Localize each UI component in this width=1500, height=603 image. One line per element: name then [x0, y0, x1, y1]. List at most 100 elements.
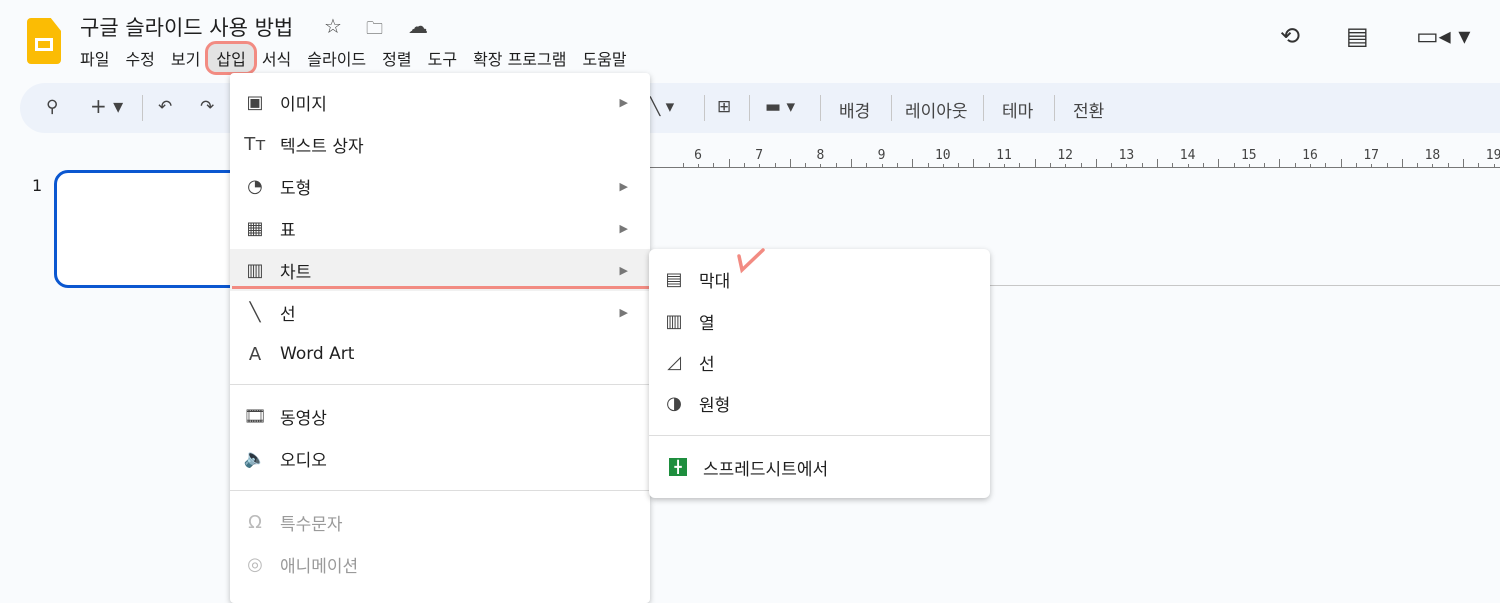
menu-item-label: 특수문자: [280, 514, 343, 535]
cloud-saved-icon[interactable]: ☁: [408, 14, 428, 38]
input-tools-icon[interactable]: ▬ ▾: [765, 97, 795, 117]
ruler-label: 16: [1302, 148, 1318, 163]
transition-button[interactable]: 전환: [1073, 97, 1104, 122]
line-icon: ╲: [249, 301, 261, 323]
slides-logo[interactable]: [27, 18, 61, 64]
history-icon[interactable]: ⟲: [1280, 22, 1300, 50]
redo-icon[interactable]: ↷: [200, 97, 214, 117]
ruler-tick: [1310, 164, 1311, 168]
ruler-tick: [682, 163, 684, 168]
undo-icon[interactable]: ↶: [158, 97, 172, 117]
insert-menu-item: ◎ 애니메이션: [230, 543, 650, 585]
ruler-tick: [1233, 163, 1235, 168]
menu-item-label: Word Art: [280, 344, 355, 364]
theme-button[interactable]: 테마: [1002, 97, 1033, 122]
menu-item-label: 표: [280, 220, 296, 241]
ruler-label: 11: [996, 148, 1012, 163]
word-art-icon: A: [248, 343, 262, 365]
ruler-tick: [1004, 164, 1005, 168]
ruler-label: 7: [755, 148, 764, 163]
move-folder-icon[interactable]: 🗀: [366, 16, 383, 45]
line-tool-icon[interactable]: ╲ ▾: [650, 97, 674, 117]
ruler-label: 13: [1118, 148, 1135, 163]
menu-bar: 파일 수정 보기 삽입 서식 슬라이드 정렬 도구 확장 프로그램 도움말: [72, 41, 635, 75]
chart-type-item[interactable]: ▥ 열: [649, 300, 990, 342]
ruler-tick: [1141, 163, 1143, 168]
ruler-tick: [1401, 159, 1403, 168]
animation-icon: ◎: [247, 553, 263, 575]
chart-type-item[interactable]: ╋ 스프레드시트에서: [649, 446, 990, 488]
insert-menu-item[interactable]: ▥ 차트 ▶: [230, 249, 650, 291]
insert-menu-item[interactable]: ▦ 표 ▶: [230, 207, 650, 249]
omega-icon: Ω: [248, 511, 262, 533]
insert-menu-item[interactable]: ╲ 선 ▶: [230, 291, 650, 333]
ruler-tick: [1034, 159, 1036, 168]
search-icon[interactable]: ⚲: [46, 97, 58, 117]
submenu-arrow-icon: ▶: [619, 221, 628, 235]
insert-menu: ▣ 이미지 ▶ Tт 텍스트 상자 ◔ 도형 ▶ ▦ 표 ▶ ▥ 차트 ▶ ╲ 선 ▶ A Word Art 🎞 동영상…: [230, 73, 650, 603]
chart-type-item[interactable]: ◿ 선: [649, 341, 990, 383]
menu-insert[interactable]: 삽입: [205, 41, 257, 75]
insert-menu-item[interactable]: ▣ 이미지 ▶: [230, 81, 650, 123]
new-slide-icon[interactable]: + ▾: [90, 94, 123, 118]
menu-item-label: 이미지: [280, 94, 327, 115]
horizontal-ruler[interactable]: 6 7 8 9 10 11 12 13 14 15 16 17 18 19: [650, 140, 1500, 170]
column-chart-icon: ▥: [665, 310, 683, 332]
ruler-tick: [1187, 164, 1189, 168]
table-icon: ▦: [246, 217, 264, 239]
ruler-tick: [805, 163, 807, 168]
ruler-tick: [973, 159, 975, 168]
pie-chart-icon: ◑: [666, 392, 682, 414]
ruler-label: 12: [1057, 148, 1074, 163]
slide-edge: [990, 285, 1500, 286]
insert-menu-item[interactable]: 🎞 동영상: [230, 395, 650, 437]
insert-menu-item[interactable]: A Word Art: [230, 333, 650, 375]
star-icon[interactable]: ☆: [324, 14, 342, 38]
ruler-tick: [1478, 163, 1480, 168]
insert-menu-item[interactable]: Tт 텍스트 상자: [230, 123, 650, 165]
ruler-tick: [1371, 164, 1373, 168]
meet-icon[interactable]: ▭◂ ▾: [1416, 22, 1470, 50]
ruler-label: 14: [1179, 148, 1196, 163]
menu-divider: [649, 435, 990, 436]
menu-slide[interactable]: 슬라이드: [299, 44, 374, 72]
menu-extensions[interactable]: 확장 프로그램: [465, 44, 574, 72]
ruler-tick: [759, 164, 761, 168]
chart-icon: ▥: [246, 259, 264, 281]
menu-item-label: 선: [280, 304, 296, 325]
layout-button[interactable]: 레이아웃: [905, 97, 968, 122]
menu-tools[interactable]: 도구: [420, 44, 465, 72]
comments-icon[interactable]: ▤: [1346, 22, 1369, 50]
shape-icon: ◔: [247, 175, 263, 197]
ruler-label: 8: [816, 148, 825, 163]
ruler-tick: [774, 163, 776, 168]
document-title[interactable]: 구글 슬라이드 사용 방법: [80, 12, 293, 42]
menu-view[interactable]: 보기: [163, 44, 208, 72]
line-chart-icon: ◿: [667, 351, 681, 373]
ruler-tick: [1432, 164, 1434, 168]
menu-item-label: 오디오: [280, 450, 327, 471]
menu-edit[interactable]: 수정: [117, 44, 162, 72]
chart-type-item[interactable]: ▤ 막대: [649, 258, 990, 300]
menu-arrange[interactable]: 정렬: [374, 44, 419, 72]
insert-menu-item[interactable]: ◔ 도형 ▶: [230, 165, 650, 207]
ruler-tick: [896, 163, 898, 168]
comment-add-icon[interactable]: ⊞: [717, 97, 731, 117]
menu-format[interactable]: 서식: [254, 44, 299, 72]
ruler-tick: [1463, 159, 1464, 168]
menu-item-label: 스프레드시트에서: [703, 459, 829, 480]
slide-thumbnail[interactable]: [54, 170, 254, 288]
menu-help[interactable]: 도움말: [574, 44, 634, 72]
ruler-label: 18: [1424, 148, 1441, 163]
ruler-tick: [1355, 163, 1357, 168]
ruler-tick: [881, 164, 883, 168]
chart-type-item[interactable]: ◑ 원형: [649, 382, 990, 424]
ruler-tick: [1157, 159, 1158, 168]
menu-item-label: 열: [699, 313, 715, 334]
text-box-icon: Tт: [244, 133, 266, 155]
audio-icon: 🔈: [243, 447, 267, 469]
ruler-tick: [912, 159, 914, 168]
insert-menu-item[interactable]: 🔈 오디오: [230, 437, 650, 479]
background-button[interactable]: 배경: [839, 97, 870, 122]
menu-file[interactable]: 파일: [72, 44, 117, 72]
